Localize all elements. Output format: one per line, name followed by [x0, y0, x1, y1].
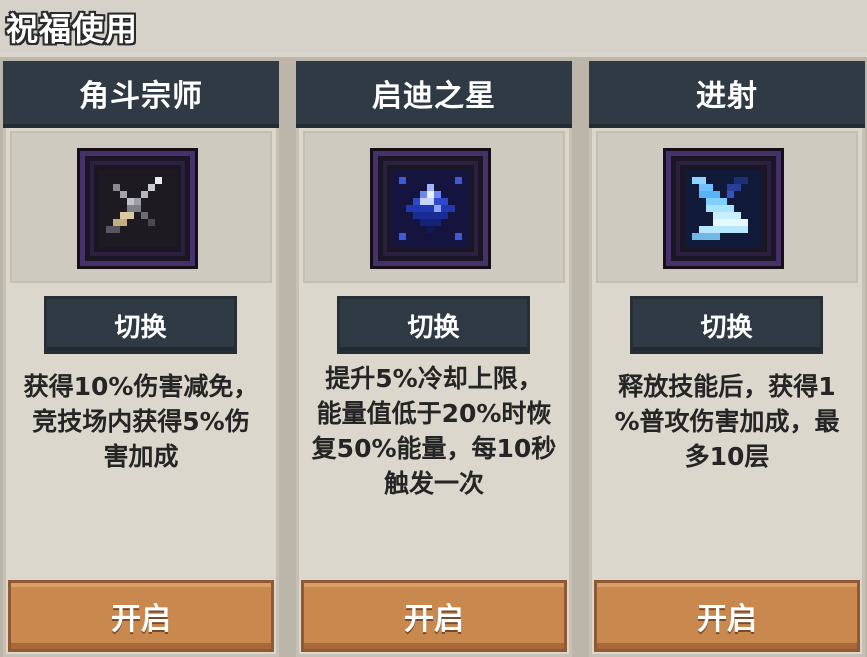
switch-button[interactable]: 切换 [633, 299, 820, 351]
blessing-card-gladiator: 角斗宗师 切换 获得10%伤害减免， 竞技场内获得5%伤 害加成 开启 [3, 61, 279, 657]
blue-star-gem-icon [373, 151, 488, 266]
blessing-card-star: 启迪之星 切换 提升5%冷却上限， 能量值低于20%时恢 复50%能量，每10秒… [296, 61, 572, 657]
switch-button[interactable]: 切换 [340, 299, 527, 351]
card-title: 进射 [696, 78, 758, 114]
blessing-card-burst-shot: 进射 切换 释放技能后，获得1 %普攻伤害加成，最 多10层 开启 [589, 61, 865, 657]
page-header: 祝福使用 [0, 0, 867, 52]
enable-button[interactable]: 开启 [597, 583, 857, 649]
icon-panel [303, 131, 565, 283]
page-title: 祝福使用 [6, 10, 139, 48]
card-title: 角斗宗师 [79, 78, 203, 114]
card-title: 启迪之星 [372, 78, 496, 114]
icon-panel [596, 131, 858, 283]
sword-icon [80, 151, 195, 266]
card-description: 获得10%伤害减免， 竞技场内获得5%伤 害加成 [23, 372, 259, 471]
card-header: 启迪之星 [296, 61, 572, 128]
blue-bow-icon [666, 151, 781, 266]
card-header: 角斗宗师 [3, 61, 279, 128]
card-description: 释放技能后，获得1 %普攻伤害加成，最 多10层 [614, 372, 840, 471]
card-description: 提升5%冷却上限， 能量值低于20%时恢 复50%能量，每10秒 触发一次 [311, 364, 557, 498]
blessing-card-list: 角斗宗师 切换 获得10%伤害减免， 竞技场内获得5%伤 害加成 开启 启迪之星… [0, 57, 867, 657]
card-header: 进射 [589, 61, 865, 128]
switch-button[interactable]: 切换 [47, 299, 234, 351]
enable-button[interactable]: 开启 [304, 583, 564, 649]
enable-button[interactable]: 开启 [11, 583, 271, 649]
icon-panel [10, 131, 272, 283]
